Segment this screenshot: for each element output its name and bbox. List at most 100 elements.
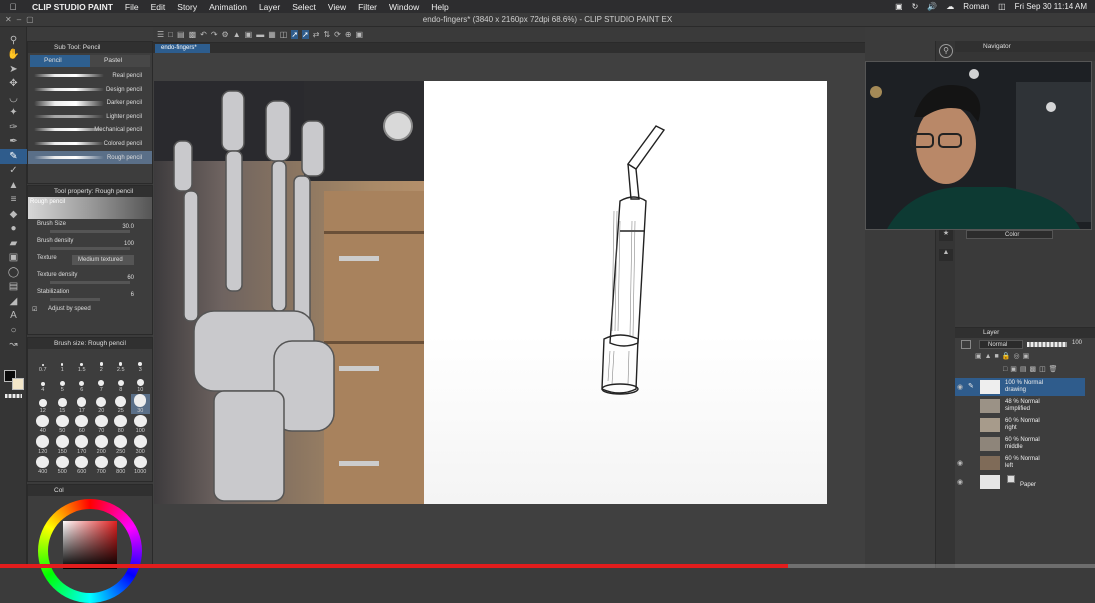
settings-icon[interactable]: ⚙ — [222, 30, 229, 39]
layer-row-drawing[interactable]: ◉ ✎ 100 % Normal drawing — [955, 378, 1085, 396]
opacity-value[interactable]: 100 — [1072, 340, 1082, 346]
brush-size-option[interactable]: 10 — [131, 374, 151, 393]
snap-grid-icon[interactable]: ➚ — [302, 30, 309, 39]
tab-pastel[interactable]: Pastel — [90, 55, 150, 67]
move-icon[interactable]: ✥ — [0, 77, 27, 92]
open-icon[interactable]: ▤ — [177, 30, 185, 39]
sub-color-swatch[interactable] — [12, 378, 24, 390]
brush-size-option[interactable]: 12 — [33, 394, 53, 414]
brush-size-option[interactable]: 4 — [33, 374, 53, 393]
balloon-icon[interactable]: ○ — [0, 323, 27, 338]
lasso-icon[interactable]: ◡ — [0, 91, 27, 106]
eraser-icon[interactable]: ◆ — [0, 207, 27, 222]
menu-file[interactable]: File — [119, 2, 145, 12]
canvas-area[interactable] — [153, 53, 865, 568]
layer-search-icon[interactable]: ▲ — [939, 249, 953, 261]
brush-density-row[interactable]: Brush density 100 — [28, 236, 152, 253]
brush-lighter-pencil[interactable]: Lighter pencil — [28, 110, 152, 124]
snap-ruler-icon[interactable]: ➚ — [291, 30, 299, 39]
brush-size-option[interactable]: 25 — [111, 394, 131, 414]
menu-animation[interactable]: Animation — [203, 2, 253, 12]
brush-size-option[interactable]: 150 — [53, 435, 73, 455]
brush-size-option[interactable]: 15 — [53, 394, 73, 414]
correct-line-icon[interactable]: ↝ — [0, 338, 27, 353]
zoom-in-icon[interactable]: ⊕ — [345, 30, 352, 39]
brush-size-option[interactable]: 1000 — [131, 455, 151, 475]
zoom-icon[interactable]: ⚲ — [0, 33, 27, 48]
redo-icon[interactable]: ↷ — [211, 30, 218, 39]
menu-help[interactable]: Help — [425, 2, 454, 12]
brush-size-option[interactable]: 400 — [33, 455, 53, 475]
brush-size-option[interactable]: 17 — [72, 394, 92, 414]
menu-layer[interactable]: Layer — [253, 2, 286, 12]
menu-filter[interactable]: Filter — [352, 2, 383, 12]
brush-size-option[interactable]: 200 — [92, 435, 112, 455]
menu-view[interactable]: View — [322, 2, 352, 12]
color-dropdown[interactable]: Color — [966, 230, 1053, 239]
user-name[interactable]: Roman — [963, 2, 989, 11]
brush-size-option[interactable]: 170 — [72, 435, 92, 455]
layer-mask-icon[interactable] — [961, 340, 971, 349]
brush-size-option[interactable]: 1 — [53, 353, 73, 373]
brush-real-pencil[interactable]: Real pencil — [28, 69, 152, 83]
hand-icon[interactable]: ✋ — [0, 48, 27, 63]
layer-property-icon[interactable]: ★ — [939, 229, 953, 241]
brush-size-option[interactable]: 3 — [131, 353, 151, 373]
texture-select[interactable]: Medium textured — [72, 255, 134, 265]
brush-size-option[interactable]: 250 — [111, 435, 131, 455]
camera-icon[interactable]: ▣ — [895, 2, 903, 11]
search-icon[interactable]: ⚲ — [939, 44, 953, 58]
checkbox-icon[interactable]: ☑ — [32, 306, 37, 313]
new-icon[interactable]: □ — [168, 30, 173, 39]
document-tab[interactable]: endo-fingers* — [155, 44, 210, 53]
fill-icon[interactable]: ▲ — [233, 30, 241, 39]
menu-select[interactable]: Select — [286, 2, 322, 12]
decoration-icon[interactable]: ≡ — [0, 193, 27, 208]
visibility-icon[interactable]: ◉ — [957, 459, 963, 467]
layer-lock-icons[interactable]: ▣▲■🔒◎▣ — [975, 352, 1032, 360]
brush-size-option[interactable]: 600 — [72, 455, 92, 475]
brush-size-option[interactable]: 60 — [72, 414, 92, 434]
brush-size-option[interactable]: 80 — [111, 414, 131, 434]
opacity-slider[interactable] — [1027, 342, 1067, 347]
volume-icon[interactable]: 🔊 — [927, 2, 937, 11]
adjust-by-speed-row[interactable]: ☑ Adjust by speed — [28, 304, 152, 321]
airbrush-icon[interactable]: ▲ — [0, 178, 27, 193]
video-progress-bar[interactable] — [0, 564, 1095, 568]
brush-size-row[interactable]: Brush Size 30.0 — [28, 219, 152, 236]
sync-icon[interactable]: ↻ — [912, 2, 919, 11]
layer-icon[interactable]: ◫ — [280, 30, 288, 39]
blend-mode-select[interactable]: Normal — [979, 340, 1023, 349]
fill-icon[interactable]: ▰ — [0, 236, 27, 251]
brush-size-option[interactable]: 2.5 — [111, 353, 131, 373]
frame-icon[interactable]: ▤ — [0, 280, 27, 295]
gradient-icon[interactable]: ▣ — [0, 251, 27, 266]
menu-edit[interactable]: Edit — [145, 2, 172, 12]
brush-darker-pencil[interactable]: Darker pencil — [28, 96, 152, 110]
crop-icon[interactable]: ▦ — [268, 30, 276, 39]
brush-size-option[interactable]: 30 — [130, 394, 150, 414]
menu-window[interactable]: Window — [383, 2, 425, 12]
layer-row-right[interactable]: 60 % Normal right — [955, 416, 1085, 434]
stabilization-value[interactable]: 6 — [131, 292, 134, 298]
brush-icon[interactable]: ✓ — [0, 164, 27, 179]
brush-size-option[interactable]: 20 — [92, 394, 112, 414]
layer-row-simplified[interactable]: 48 % Normal simplified — [955, 397, 1085, 415]
flip-vertical-icon[interactable]: ⇅ — [323, 30, 330, 39]
menu-app-name[interactable]: CLIP STUDIO PAINT — [26, 2, 119, 12]
brush-size-option[interactable]: 500 — [53, 455, 73, 475]
layer-action-icons[interactable]: □▣▤▩◫🗑 — [1003, 365, 1061, 373]
brush-size-option[interactable]: 0.7 — [33, 353, 53, 373]
brush-size-option[interactable]: 7 — [92, 374, 112, 393]
clock[interactable]: Fri Sep 30 11:14 AM — [1015, 2, 1087, 11]
brush-size-option[interactable]: 700 — [92, 455, 112, 475]
apple-icon[interactable]:  — [0, 2, 26, 12]
magic-wand-icon[interactable]: ✦ — [0, 106, 27, 121]
brush-size-option[interactable]: 120 — [33, 435, 53, 455]
control-center-icon[interactable]: ◫ — [998, 2, 1006, 11]
transform-icon[interactable]: ▣ — [245, 30, 253, 39]
undo-icon[interactable]: ↶ — [200, 30, 207, 39]
brush-size-option[interactable]: 1.5 — [72, 353, 92, 373]
drawing-canvas[interactable] — [424, 81, 827, 504]
save-icon[interactable]: ▩ — [189, 30, 197, 39]
